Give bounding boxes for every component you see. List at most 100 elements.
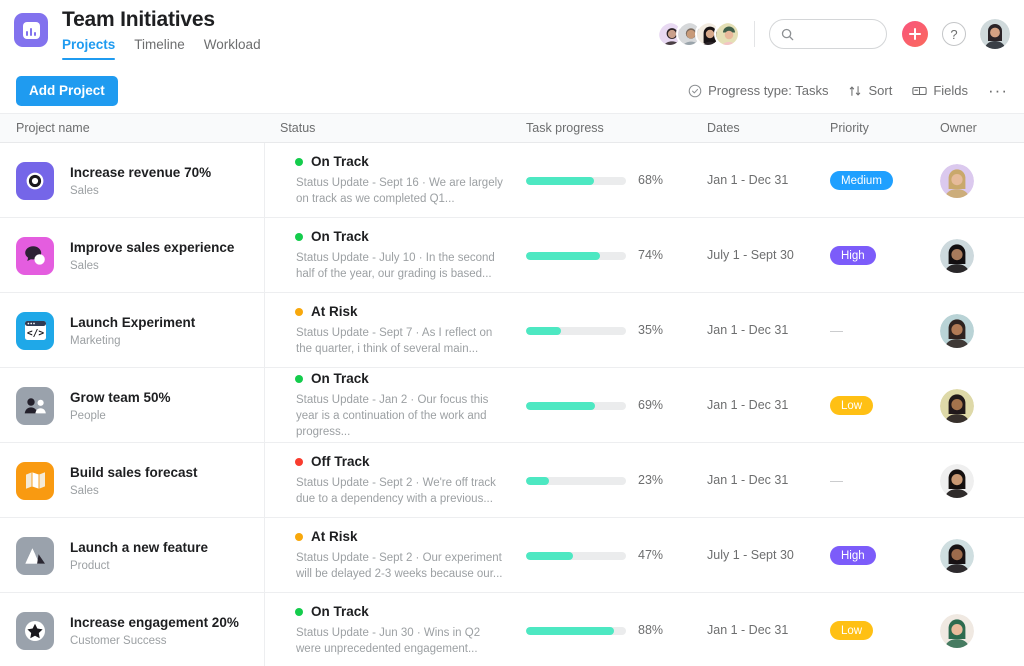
member-avatar-stack[interactable] (657, 21, 740, 47)
column-header-project-name[interactable]: Project name (0, 121, 264, 135)
table-row[interactable]: Grow team 50% People On Track Status Update… (0, 368, 1024, 443)
progress-bar-fill (526, 251, 600, 260)
owner-cell[interactable] (940, 593, 1024, 666)
dates-label: Jan 1 - Dec 31 (707, 473, 789, 487)
tab-projects[interactable]: Projects (62, 37, 116, 60)
column-header-task-progress[interactable]: Task progress (517, 121, 707, 135)
dates-cell[interactable]: Jan 1 - Dec 31 (707, 293, 830, 368)
priority-badge: Medium (830, 171, 893, 190)
owner-cell[interactable] (940, 293, 1024, 368)
status-cell[interactable]: On Track Status Update - Jun 30 · Wins in… (264, 593, 517, 666)
progress-type-button[interactable]: Progress type: Tasks (688, 83, 828, 98)
owner-avatar-5[interactable] (940, 463, 974, 498)
dates-cell[interactable]: Jan 1 - Dec 31 (707, 368, 830, 443)
map-icon (16, 461, 54, 500)
status-cell[interactable]: On Track Status Update - Jan 2 · Our focu… (264, 368, 517, 443)
status-cell[interactable]: At Risk Status Update - Sept 7 · As I ref… (264, 293, 517, 368)
priority-empty: — (830, 473, 843, 488)
current-user-avatar[interactable] (980, 19, 1010, 49)
owner-avatar-7[interactable] (940, 613, 974, 648)
task-progress-cell[interactable]: 47% (517, 518, 707, 593)
help-button[interactable]: ? (942, 22, 966, 46)
column-header-priority[interactable]: Priority (830, 121, 940, 135)
owner-avatar-3[interactable] (940, 313, 974, 348)
project-name-cell[interactable]: Increase engagement 20% Customer Success (0, 593, 264, 666)
table-row[interactable]: </> Launch Experiment Marketing At Risk Stat… (0, 293, 1024, 368)
fields-icon (912, 84, 927, 98)
task-progress-cell[interactable]: 35% (517, 293, 707, 368)
table-row[interactable]: Increase engagement 20% Customer Success O… (0, 593, 1024, 666)
owner-cell[interactable] (940, 518, 1024, 593)
task-progress-cell[interactable]: 74% (517, 218, 707, 293)
priority-cell[interactable]: Medium (830, 143, 940, 218)
status-cell[interactable]: On Track Status Update - Sept 16 · We are… (264, 143, 517, 218)
status-cell[interactable]: On Track Status Update - July 10 · In the… (264, 218, 517, 293)
status-cell[interactable]: Off Track Status Update - Sept 2 · We're … (264, 443, 517, 518)
owner-avatar-6[interactable] (940, 538, 974, 573)
tab-timeline[interactable]: Timeline (134, 37, 185, 60)
search-input[interactable] (801, 27, 875, 41)
project-name-cell[interactable]: Grow team 50% People (0, 368, 264, 443)
dates-cell[interactable]: July 1 - Sept 30 (707, 218, 830, 293)
fields-button[interactable]: Fields (912, 83, 968, 98)
status-label: At Risk (311, 304, 358, 319)
project-name-cell[interactable]: Launch a new feature Product (0, 518, 264, 593)
column-header-owner[interactable]: Owner (940, 121, 1024, 135)
table-row[interactable]: Build sales forecast Sales Off Track Status… (0, 443, 1024, 518)
status-update-text: Status Update - Sept 2 · We're off track… (296, 477, 496, 505)
task-progress-cell[interactable]: 88% (517, 593, 707, 666)
task-progress-cell[interactable]: 23% (517, 443, 707, 518)
search-box[interactable] (769, 19, 887, 49)
priority-cell[interactable]: — (830, 293, 940, 368)
owner-avatar-4[interactable] (940, 388, 974, 423)
priority-cell[interactable]: High (830, 218, 940, 293)
owner-cell[interactable] (940, 368, 1024, 443)
tab-workload[interactable]: Workload (204, 37, 261, 60)
priority-cell[interactable]: Low (830, 368, 940, 443)
owner-cell[interactable] (940, 143, 1024, 218)
task-progress-cell[interactable]: 68% (517, 143, 707, 218)
project-name-cell[interactable]: Improve sales experience Sales (0, 218, 264, 293)
owner-cell[interactable] (940, 443, 1024, 518)
priority-cell[interactable]: Low (830, 593, 940, 666)
table-row[interactable]: Improve sales experience Sales On Track Sta… (0, 218, 1024, 293)
dates-cell[interactable]: Jan 1 - Dec 31 (707, 143, 830, 218)
project-name-cell[interactable]: </> Launch Experiment Marketing (0, 293, 264, 368)
progress-bar (526, 176, 626, 185)
project-team-label: Sales (70, 184, 99, 197)
project-name-label: Launch Experiment (70, 314, 196, 330)
brand: Team Initiatives Projects Timeline Workl… (14, 8, 261, 60)
status-dot-icon (295, 533, 303, 541)
table-row[interactable]: Launch a new feature Product At Risk Status… (0, 518, 1024, 593)
progress-bar-fill (526, 326, 561, 335)
progress-bar (526, 551, 626, 560)
dates-cell[interactable]: Jan 1 - Dec 31 (707, 593, 830, 666)
column-header-status[interactable]: Status (264, 121, 517, 135)
progress-bar-fill (526, 401, 595, 410)
dates-cell[interactable]: July 1 - Sept 30 (707, 518, 830, 593)
dates-cell[interactable]: Jan 1 - Dec 31 (707, 443, 830, 518)
table-row[interactable]: Increase revenue 70% Sales On Track Status … (0, 143, 1024, 218)
project-name-cell[interactable]: Build sales forecast Sales (0, 443, 264, 518)
more-options-button[interactable]: ··· (988, 82, 1008, 99)
column-header-dates[interactable]: Dates (707, 121, 830, 135)
owner-avatar-1[interactable] (940, 163, 974, 198)
project-name-cell[interactable]: Increase revenue 70% Sales (0, 143, 264, 218)
owner-avatar-2[interactable] (940, 238, 974, 273)
add-quick-button[interactable] (902, 21, 928, 47)
owner-cell[interactable] (940, 218, 1024, 293)
priority-cell[interactable]: High (830, 518, 940, 593)
toolbar-right-actions: Progress type: Tasks Sort Fields ··· (688, 82, 1008, 99)
add-project-button[interactable]: Add Project (16, 75, 118, 106)
priority-badge: Low (830, 621, 874, 640)
status-cell[interactable]: At Risk Status Update - Sept 2 · Our expe… (264, 518, 517, 593)
member-avatar-4[interactable] (714, 21, 740, 47)
priority-cell[interactable]: — (830, 443, 940, 518)
sort-button[interactable]: Sort (848, 83, 892, 98)
target-icon (16, 161, 54, 200)
priority-badge: High (830, 246, 876, 265)
task-progress-cell[interactable]: 69% (517, 368, 707, 443)
project-team-label: Sales (70, 259, 99, 272)
project-list-app: Team Initiatives Projects Timeline Workl… (0, 0, 1024, 666)
project-name-label: Build sales forecast (70, 464, 198, 480)
